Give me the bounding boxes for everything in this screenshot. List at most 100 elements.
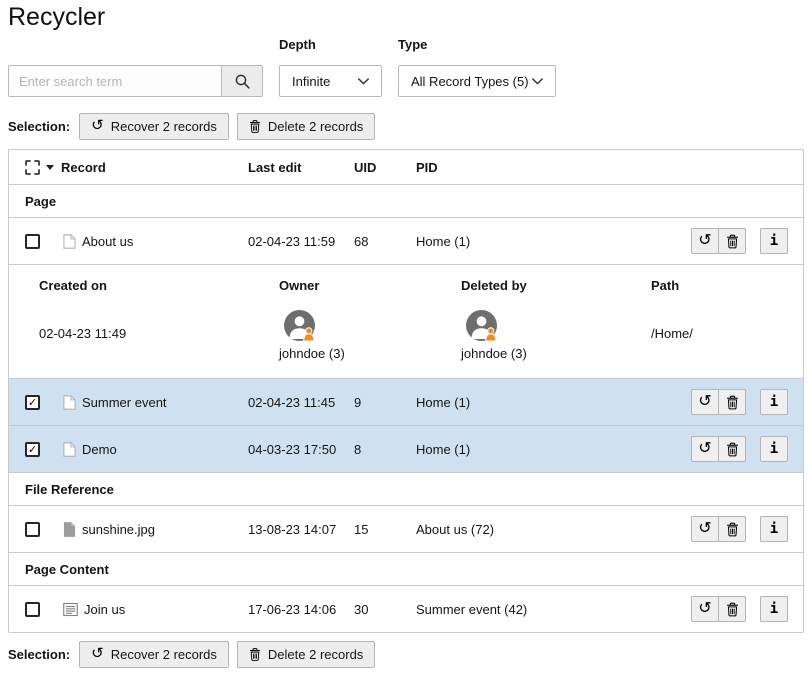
row-checkbox[interactable] [25, 234, 40, 249]
delete-button[interactable] [718, 596, 746, 622]
table-row[interactable]: ✓ Summer event 02-04-23 11:45 9 Home (1)… [9, 378, 803, 425]
info-button[interactable]: i [760, 436, 788, 462]
recover-selected-button[interactable]: ↺ Recover 2 records [79, 641, 229, 668]
selection-bar-bottom: Selection: ↺ Recover 2 records Delete 2 … [8, 641, 804, 668]
undo-icon: ↺ [698, 232, 711, 248]
owner-label: Owner [279, 278, 461, 294]
record-title: Summer event [82, 395, 167, 410]
select-all-dropdown[interactable] [25, 160, 54, 175]
record-detail-panel: Created on 02-04-23 11:49 Owner [9, 264, 803, 378]
delete-button[interactable] [718, 516, 746, 542]
page-title: Recycler [8, 2, 804, 32]
content-icon [63, 602, 78, 617]
table-row[interactable]: Join us 17-06-23 14:06 30 Summer event (… [9, 585, 803, 632]
delete-button[interactable] [718, 389, 746, 415]
recover-selected-label: Recover 2 records [111, 119, 217, 134]
undo-icon: ↺ [91, 118, 104, 133]
record-uid: 8 [354, 442, 416, 457]
delete-button[interactable] [718, 436, 746, 462]
column-header-record: Record [61, 160, 248, 175]
path-label: Path [651, 278, 787, 294]
record-uid: 68 [354, 234, 416, 249]
filter-toolbar: Depth Infinite Type All Record Types (5) [8, 37, 804, 97]
check-icon: ✓ [28, 444, 37, 455]
selection-label: Selection: [8, 647, 70, 662]
type-label: Type [398, 37, 556, 53]
deleted-by-value: johndoe (3) [461, 346, 527, 362]
search-input-group [8, 65, 263, 97]
trash-icon [726, 522, 739, 537]
info-button[interactable]: i [760, 596, 788, 622]
file-icon [63, 522, 76, 537]
recover-selected-button[interactable]: ↺ Recover 2 records [79, 113, 229, 140]
info-button[interactable]: i [760, 516, 788, 542]
caret-down-icon [46, 165, 54, 170]
check-icon: ✓ [28, 397, 37, 408]
delete-selected-button[interactable]: Delete 2 records [237, 113, 375, 140]
undo-icon: ↺ [698, 393, 711, 409]
group-header: Page Content [9, 552, 803, 585]
record-last-edit: 04-03-23 17:50 [248, 442, 354, 457]
info-icon: i [770, 602, 778, 616]
recover-button[interactable]: ↺ [691, 436, 719, 462]
info-icon: i [770, 395, 778, 409]
undo-icon: ↺ [698, 440, 711, 456]
recover-button[interactable]: ↺ [691, 516, 719, 542]
row-checkbox[interactable]: ✓ [25, 442, 40, 457]
record-pid: About us (72) [416, 522, 586, 537]
record-title: Demo [82, 442, 117, 457]
column-header-uid: UID [354, 160, 416, 175]
record-title: About us [82, 234, 133, 249]
trash-icon [249, 647, 261, 662]
column-header-last-edit: Last edit [248, 160, 354, 175]
info-button[interactable]: i [760, 389, 788, 415]
group-header: Page [9, 184, 803, 217]
depth-value: Infinite [292, 74, 330, 89]
chevron-down-icon [358, 78, 369, 85]
recover-button[interactable]: ↺ [691, 228, 719, 254]
group-header: File Reference [9, 472, 803, 505]
deleted-by-label: Deleted by [461, 278, 651, 294]
search-button[interactable] [221, 65, 263, 97]
delete-button[interactable] [718, 228, 746, 254]
record-uid: 30 [354, 602, 416, 617]
row-checkbox[interactable]: ✓ [25, 395, 40, 410]
trash-icon [726, 602, 739, 617]
delete-selected-label: Delete 2 records [268, 647, 363, 662]
table-row[interactable]: ✓ Demo 04-03-23 17:50 8 Home (1) ↺ [9, 425, 803, 472]
path-value: /Home/ [651, 326, 787, 342]
created-on-label: Created on [39, 278, 279, 294]
table-row[interactable]: About us 02-04-23 11:59 68 Home (1) ↺ i [9, 217, 803, 264]
info-icon: i [770, 522, 778, 536]
depth-select[interactable]: Infinite [279, 65, 382, 97]
record-uid: 15 [354, 522, 416, 537]
row-checkbox[interactable] [25, 602, 40, 617]
undo-icon: ↺ [698, 600, 711, 616]
trash-icon [249, 119, 261, 134]
undo-icon: ↺ [91, 646, 104, 661]
recover-button[interactable]: ↺ [691, 389, 719, 415]
table-row[interactable]: sunshine.jpg 13-08-23 14:07 15 About us … [9, 505, 803, 552]
record-pid: Home (1) [416, 234, 586, 249]
recover-button[interactable]: ↺ [691, 596, 719, 622]
avatar-icon [466, 310, 497, 344]
type-select[interactable]: All Record Types (5) [398, 65, 556, 97]
recycler-table: Record Last edit UID PID Page About us 0… [8, 149, 804, 633]
avatar-icon [284, 310, 315, 344]
page-icon [63, 234, 76, 249]
created-on-value: 02-04-23 11:49 [39, 326, 279, 342]
record-pid: Home (1) [416, 395, 586, 410]
recover-selected-label: Recover 2 records [111, 647, 217, 662]
delete-selected-button[interactable]: Delete 2 records [237, 641, 375, 668]
depth-label: Depth [279, 37, 382, 53]
search-input[interactable] [8, 65, 221, 97]
delete-selected-label: Delete 2 records [268, 119, 363, 134]
page-icon [63, 442, 76, 457]
record-title: Join us [84, 602, 125, 617]
trash-icon [726, 442, 739, 457]
row-checkbox[interactable] [25, 522, 40, 537]
record-last-edit: 13-08-23 14:07 [248, 522, 354, 537]
page-icon [63, 395, 76, 410]
type-value: All Record Types (5) [411, 74, 529, 89]
info-button[interactable]: i [760, 228, 788, 254]
